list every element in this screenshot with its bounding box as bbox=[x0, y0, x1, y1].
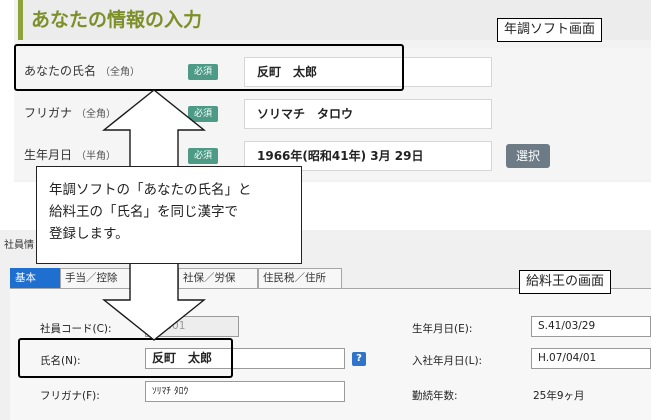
tab-basic[interactable]: 基本 bbox=[10, 268, 60, 288]
tab-payment[interactable]: 支 bbox=[132, 268, 178, 288]
join-date-field[interactable]: H.07/04/01 bbox=[531, 348, 651, 369]
furigana-row: フリガナ （全角） 必須 ソリマチ タロウ bbox=[14, 90, 651, 138]
tab-strip: 基本 手当／控除 支 社保／労保 住民税／住所 bbox=[10, 268, 342, 288]
callout-line: 登録します。 bbox=[49, 226, 129, 242]
highlight-nencho-name bbox=[14, 44, 404, 91]
furigana-label: フリガナ （全角） bbox=[24, 106, 117, 120]
select-button[interactable]: 選択 bbox=[506, 144, 550, 168]
tab-allowance[interactable]: 手当／控除 bbox=[60, 268, 132, 288]
callout-box: 年調ソフトの「あなたの氏名」と 給料王の「氏名」を同じ漢字で 登録します。 bbox=[36, 166, 302, 264]
tab-insurance[interactable]: 社保／労保 bbox=[178, 268, 258, 288]
birthdate-label: 生年月日(E): bbox=[412, 323, 473, 335]
callout-line: 年調ソフトの「あなたの氏名」と bbox=[49, 182, 252, 198]
help-icon[interactable]: ? bbox=[352, 352, 366, 366]
window-header: 社員情 bbox=[4, 240, 34, 251]
birthdate-label: 生年月日 （半角） bbox=[24, 148, 117, 162]
employee-code-label: 社員コード(C): bbox=[40, 323, 112, 335]
highlight-kyuryo-name bbox=[18, 338, 233, 378]
nencho-caption: 年調ソフト画面 bbox=[497, 18, 603, 42]
callout-line: 給料王の「氏名」を同じ漢字で bbox=[49, 204, 238, 220]
tab-resident-tax[interactable]: 住民税／住所 bbox=[258, 268, 342, 288]
join-date-label: 入社年月日(L): bbox=[412, 355, 483, 367]
employee-code-field[interactable]: 00001 bbox=[145, 316, 239, 337]
kyuryo-caption: 給料王の画面 bbox=[519, 270, 612, 294]
required-badge: 必須 bbox=[188, 148, 218, 164]
birthdate-field[interactable]: S.41/03/29 bbox=[531, 316, 651, 337]
required-badge: 必須 bbox=[188, 106, 218, 122]
furigana-field[interactable]: ソリマチ タロウ bbox=[244, 99, 492, 129]
tenure-value: 25年9ヶ月 bbox=[533, 390, 585, 402]
furigana-label: フリガナ(F): bbox=[40, 390, 100, 402]
furigana-field[interactable]: ｿﾘﾏﾁ ﾀﾛｳ bbox=[145, 381, 345, 402]
tenure-label: 勤続年数: bbox=[412, 390, 458, 402]
